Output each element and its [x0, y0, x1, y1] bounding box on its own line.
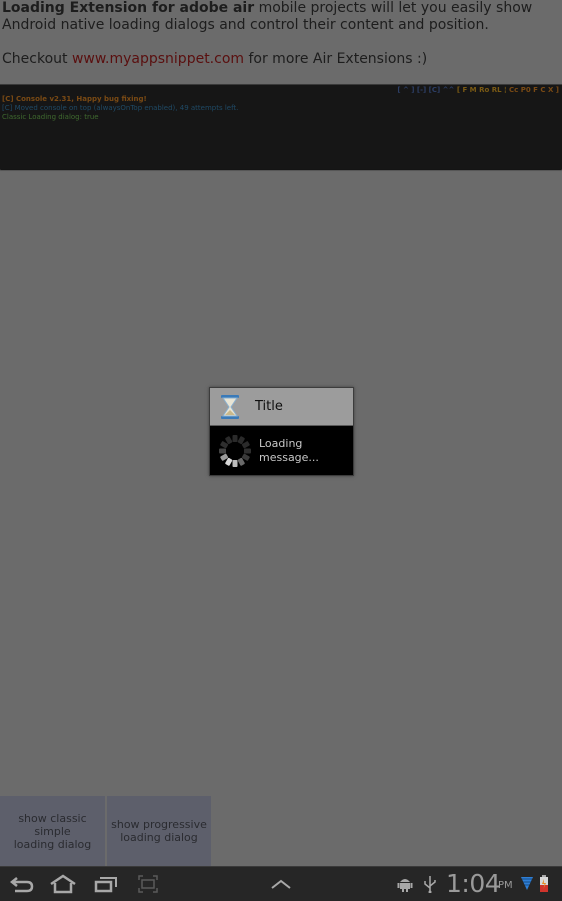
intro-paragraph: Loading Extension for adobe air mobile p…: [2, 0, 558, 34]
dialog-message: Loading message...: [259, 437, 319, 465]
console-controls: [ ^ ] [-] [C] ^^ [ F M Ro RL ¦ Cc P0 F C…: [397, 86, 559, 95]
console-line: [C] Moved console on top (alwaysOnTop en…: [2, 104, 239, 112]
clock-ampm: PM: [498, 880, 513, 891]
screenshot-icon[interactable]: [136, 873, 160, 895]
console-tools[interactable]: Cc P0 F C X ]: [509, 86, 559, 94]
back-icon[interactable]: [9, 873, 35, 895]
button-label-line: show classic simple: [18, 811, 87, 838]
recent-apps-icon[interactable]: [93, 873, 119, 895]
loading-dialog: Title Loading message...: [209, 387, 354, 476]
system-bar: 1:04 PM: [0, 866, 562, 901]
battery-icon: [540, 875, 548, 892]
button-label-line: loading dialog: [13, 837, 92, 851]
wifi-signal-icon: [521, 877, 533, 890]
hourglass-icon: [221, 394, 239, 419]
debug-console: [ ^ ] [-] [C] ^^ [ F M Ro RL ¦ Cc P0 F C…: [0, 84, 562, 169]
spinner-icon: [219, 434, 251, 467]
dialog-message-line: Loading: [259, 436, 303, 450]
dialog-message-line: message...: [259, 450, 319, 464]
clock-time[interactable]: 1:04: [446, 869, 501, 899]
website-link[interactable]: www.myappsnippet.com: [72, 51, 244, 67]
usb-icon: [424, 876, 436, 893]
console-filters[interactable]: [ F M Ro RL: [457, 86, 502, 94]
console-arrows[interactable]: ^^: [443, 86, 455, 94]
console-separator: ¦: [504, 86, 507, 94]
show-classic-dialog-button[interactable]: show classic simple loading dialog: [0, 796, 105, 866]
checkout-paragraph: Checkout www.myappsnippet.com for more A…: [2, 51, 558, 68]
chevron-up-icon[interactable]: [269, 873, 293, 895]
console-line: [C] Console v2.31, Happy bug fixing!: [2, 95, 147, 103]
intro-text: Loading Extension for adobe air mobile p…: [2, 0, 558, 68]
home-icon[interactable]: [49, 873, 77, 895]
dialog-body: Loading message...: [210, 426, 353, 475]
console-line: Classic Loading dialog: true: [2, 113, 99, 121]
dialog-title: Title: [255, 399, 283, 414]
button-label-line: show progressive: [111, 818, 207, 831]
checkout-suffix: for more Air Extensions :): [244, 51, 428, 67]
show-progressive-dialog-button[interactable]: show progressive loading dialog: [107, 796, 211, 866]
button-label-line: loading dialog: [120, 831, 198, 844]
console-window-controls[interactable]: [ ^ ] [-] [C]: [397, 86, 440, 94]
console-log: [C] Console v2.31, Happy bug fixing! [C]…: [2, 95, 238, 122]
android-debug-icon: [397, 879, 413, 892]
dialog-header: Title: [210, 388, 353, 426]
checkout-prefix: Checkout: [2, 51, 72, 67]
intro-bold: Loading Extension for adobe air: [2, 0, 255, 16]
